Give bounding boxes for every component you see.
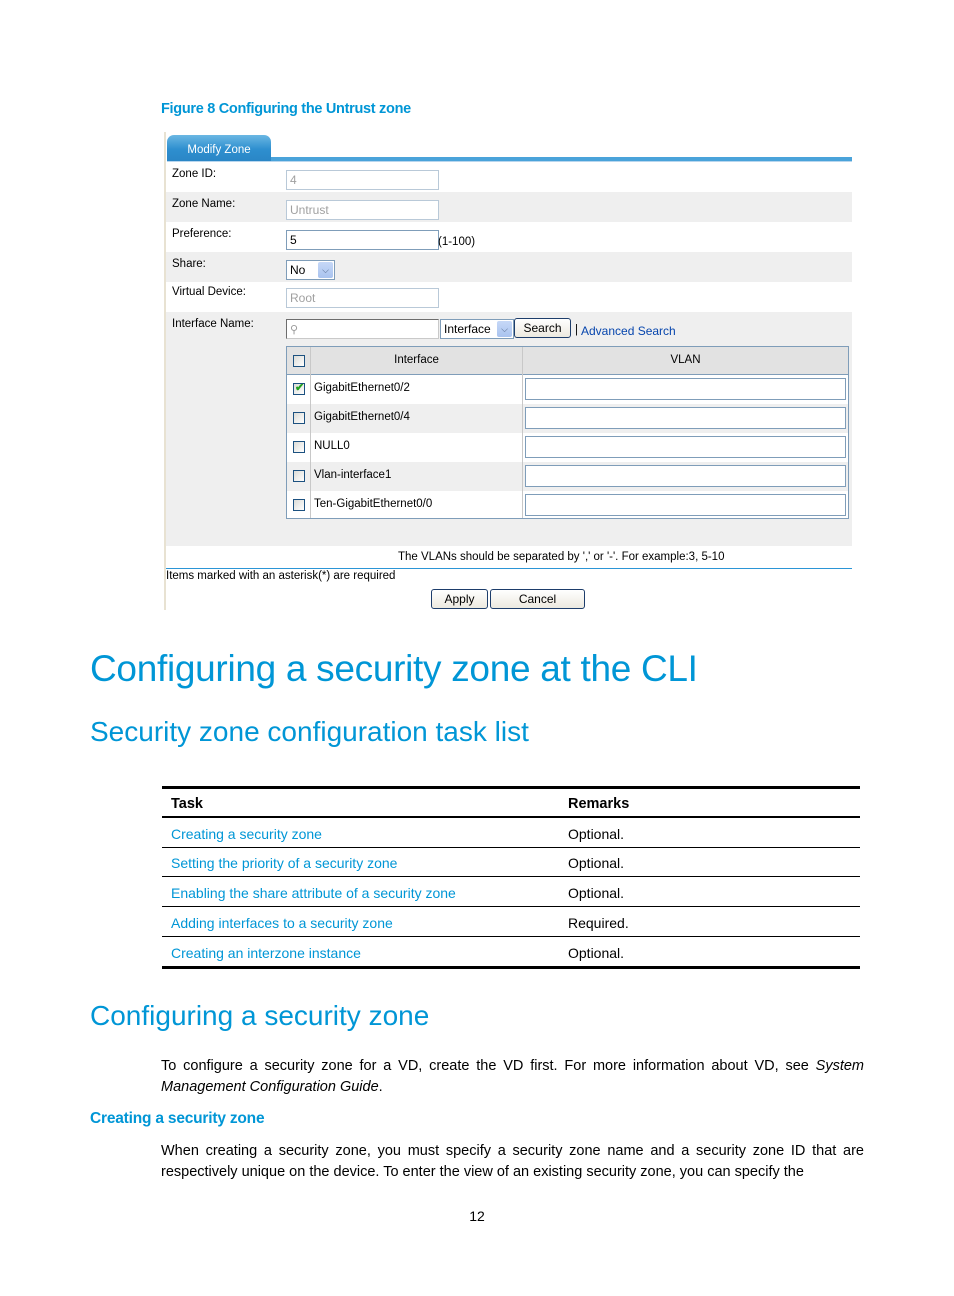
share-select[interactable]: No ⌵ — [286, 260, 335, 280]
zone-name-row: Zone Name: Untrust — [166, 192, 852, 222]
interface-table-header: Interface VLAN — [287, 347, 848, 375]
preference-label: Preference: — [172, 228, 232, 240]
heading-task-list: Security zone configuration task list — [90, 716, 529, 747]
interface-filter-select[interactable]: Interface ⌵ — [440, 319, 514, 339]
table-row: Creating a security zone Optional. — [162, 818, 860, 848]
task-column-header: Task — [171, 796, 203, 812]
vlan-input[interactable] — [525, 378, 846, 400]
task-link[interactable]: Enabling the share attribute of a securi… — [171, 885, 456, 901]
link-separator: | — [575, 324, 578, 336]
task-remarks: Optional. — [568, 885, 625, 901]
interface-checkbox[interactable] — [293, 441, 305, 453]
required-fields-note: Items marked with an asterisk(*) are req… — [166, 570, 396, 582]
task-link[interactable]: Setting the priority of a security zone — [171, 855, 397, 871]
cancel-button[interactable]: Cancel — [490, 589, 585, 609]
interface-name: NULL0 — [314, 440, 350, 452]
body-paragraph: When creating a security zone, you must … — [161, 1143, 864, 1180]
interface-checkbox[interactable] — [293, 499, 305, 511]
table-top-rule — [162, 786, 860, 789]
interface-checkbox[interactable] — [293, 412, 305, 424]
vlan-column-header: VLAN — [670, 354, 701, 366]
zone-id-field[interactable]: 4 — [286, 170, 439, 190]
chevron-down-icon[interactable]: ⌵ — [318, 262, 333, 278]
task-link[interactable]: Creating a security zone — [171, 826, 322, 842]
checkmark-icon: ✔ — [295, 382, 305, 394]
interface-filter-value: Interface — [444, 322, 491, 336]
interface-name-row: Interface Name: ⚲ Interface ⌵ Search | A… — [166, 312, 852, 546]
virtual-device-field[interactable]: Root — [286, 288, 439, 308]
interface-table: Interface VLAN ✔ GigabitEthernet0/2 Giga… — [286, 346, 849, 519]
remarks-column-header: Remarks — [568, 796, 630, 812]
divider-line — [166, 568, 852, 569]
share-label: Share: — [172, 258, 206, 270]
page-number: 12 — [469, 1208, 485, 1224]
select-all-checkbox[interactable] — [293, 355, 305, 367]
column-divider — [310, 347, 311, 518]
interface-row: GigabitEthernet0/4 — [287, 404, 848, 433]
task-table: Task Remarks Creating a security zone Op… — [162, 786, 860, 970]
interface-checkbox[interactable] — [293, 470, 305, 482]
table-bottom-rule — [162, 966, 860, 969]
search-button[interactable]: Search — [514, 318, 571, 338]
search-icon: ⚲ — [290, 324, 299, 336]
zone-id-row: Zone ID: 4 — [166, 162, 852, 192]
interface-name: Vlan-interface1 — [314, 469, 392, 481]
interface-checkbox[interactable]: ✔ — [293, 382, 305, 395]
table-row: Enabling the share attribute of a securi… — [162, 877, 860, 907]
table-row: Adding interfaces to a security zone Req… — [162, 907, 860, 937]
heading-creating-security-zone: Creating a security zone — [90, 1110, 265, 1127]
preference-range-hint: (1-100) — [438, 236, 476, 248]
intro-paragraph: To configure a security zone for a VD, c… — [161, 1058, 864, 1095]
advanced-search-link[interactable]: Advanced Search — [581, 324, 676, 338]
interface-row: NULL0 — [287, 433, 848, 462]
table-row: Creating an interzone instance Optional. — [162, 937, 860, 967]
preference-row: Preference: 5 (1-100) — [166, 222, 852, 252]
column-divider — [522, 347, 523, 518]
interface-row: Vlan-interface1 — [287, 462, 848, 491]
task-remarks: Optional. — [568, 826, 625, 842]
interface-name: GigabitEthernet0/4 — [314, 411, 410, 423]
interface-row: ✔ GigabitEthernet0/2 — [287, 375, 848, 404]
virtual-device-label: Virtual Device: — [172, 286, 246, 298]
vlan-input[interactable] — [525, 465, 846, 487]
share-select-value: No — [290, 263, 306, 277]
task-remarks: Optional. — [568, 855, 625, 871]
task-link[interactable]: Creating an interzone instance — [171, 945, 361, 961]
vlan-format-note: The VLANs should be separated by ',' or … — [398, 551, 725, 563]
zone-id-label: Zone ID: — [172, 168, 217, 180]
tab-modify-zone[interactable]: Modify Zone — [167, 135, 271, 161]
task-link[interactable]: Adding interfaces to a security zone — [171, 915, 393, 931]
share-row: Share: No ⌵ — [166, 252, 852, 282]
interface-row: Ten-GigabitEthernet0/0 — [287, 491, 848, 518]
interface-name-label: Interface Name: — [172, 318, 254, 330]
preference-field[interactable]: 5 — [286, 230, 439, 250]
task-remarks: Optional. — [568, 945, 625, 961]
interface-search-input[interactable]: ⚲ — [286, 319, 439, 339]
chevron-down-icon[interactable]: ⌵ — [497, 321, 512, 337]
zone-name-label: Zone Name: — [172, 198, 236, 210]
vlan-input[interactable] — [525, 436, 846, 458]
vlan-input[interactable] — [525, 407, 846, 429]
figure-caption: Figure 8 Configuring the Untrust zone — [161, 101, 411, 117]
interface-name: Ten-GigabitEthernet0/0 — [314, 498, 433, 510]
heading-cli-config: Configuring a security zone at the CLI — [90, 648, 698, 689]
heading-configuring-security-zone: Configuring a security zone — [90, 1000, 430, 1031]
task-remarks: Required. — [568, 915, 629, 931]
interface-column-header: Interface — [394, 354, 439, 366]
interface-name: GigabitEthernet0/2 — [314, 382, 410, 394]
zone-name-field[interactable]: Untrust — [286, 200, 439, 220]
modify-zone-panel: Modify Zone Zone ID: 4 Zone Name: Untrus… — [164, 132, 852, 610]
virtual-device-row: Virtual Device: Root — [166, 282, 852, 312]
table-row: Setting the priority of a security zone … — [162, 847, 860, 877]
vlan-input[interactable] — [525, 494, 846, 516]
apply-button[interactable]: Apply — [431, 589, 488, 609]
